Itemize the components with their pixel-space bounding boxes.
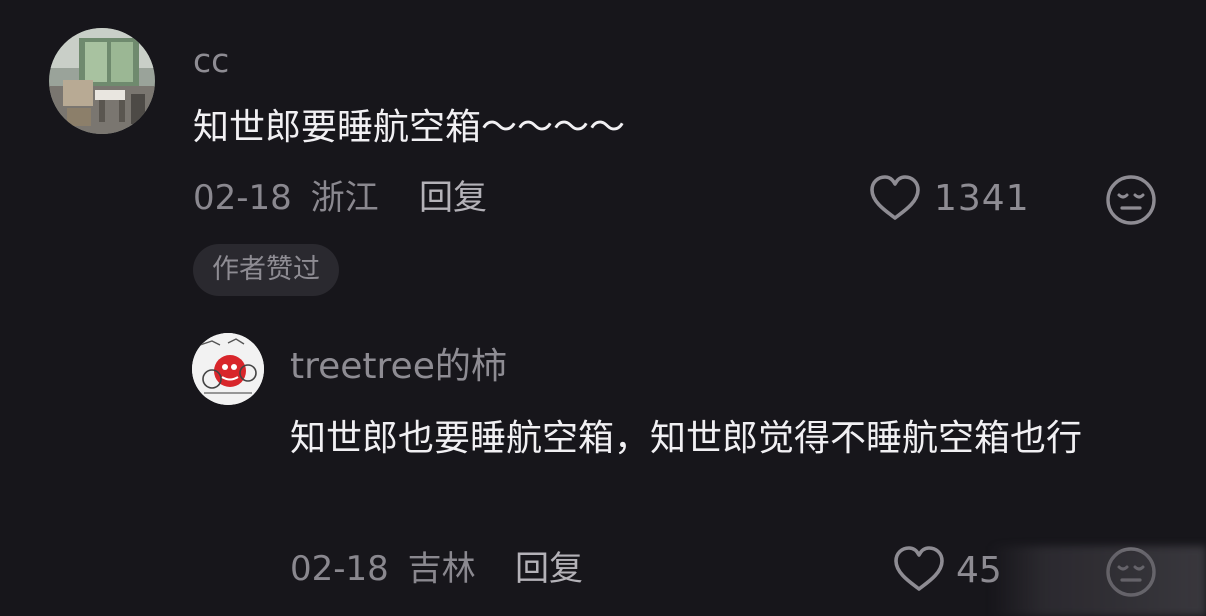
heart-outline-icon[interactable] [891,543,947,599]
reply-meta: 02-18 吉林 [290,547,476,591]
reply-location: 吉林 [407,549,476,589]
author-liked-badge: 作者赞过 [193,244,339,296]
comment-thread: cc 知世郎要睡航空箱～～～～ 02-18 浙江 回复 1341 作者赞过 tr… [0,0,1206,616]
reply-date: 02-18 [290,549,389,589]
comment-meta: 02-18 浙江 [193,176,379,220]
comment-username[interactable]: cc [193,41,229,81]
reply-username[interactable]: treetree的柿 [290,345,507,389]
reply-reply-button[interactable]: 回复 [515,547,583,591]
reply-button[interactable]: 回复 [419,176,487,220]
avatar[interactable] [49,28,155,134]
comment-date: 02-18 [193,178,292,218]
reply-text: 知世郎也要睡航空箱，知世郎觉得不睡航空箱也行 [290,418,1083,459]
comment-location: 浙江 [310,178,379,218]
reply-avatar[interactable] [192,333,264,405]
watermark-overlay [990,546,1206,616]
neutral-face-icon[interactable] [1104,173,1158,227]
like-count: 1341 [934,178,1030,219]
comment-text: 知世郎要睡航空箱～～～～ [193,107,626,148]
heart-outline-icon[interactable] [867,172,923,228]
